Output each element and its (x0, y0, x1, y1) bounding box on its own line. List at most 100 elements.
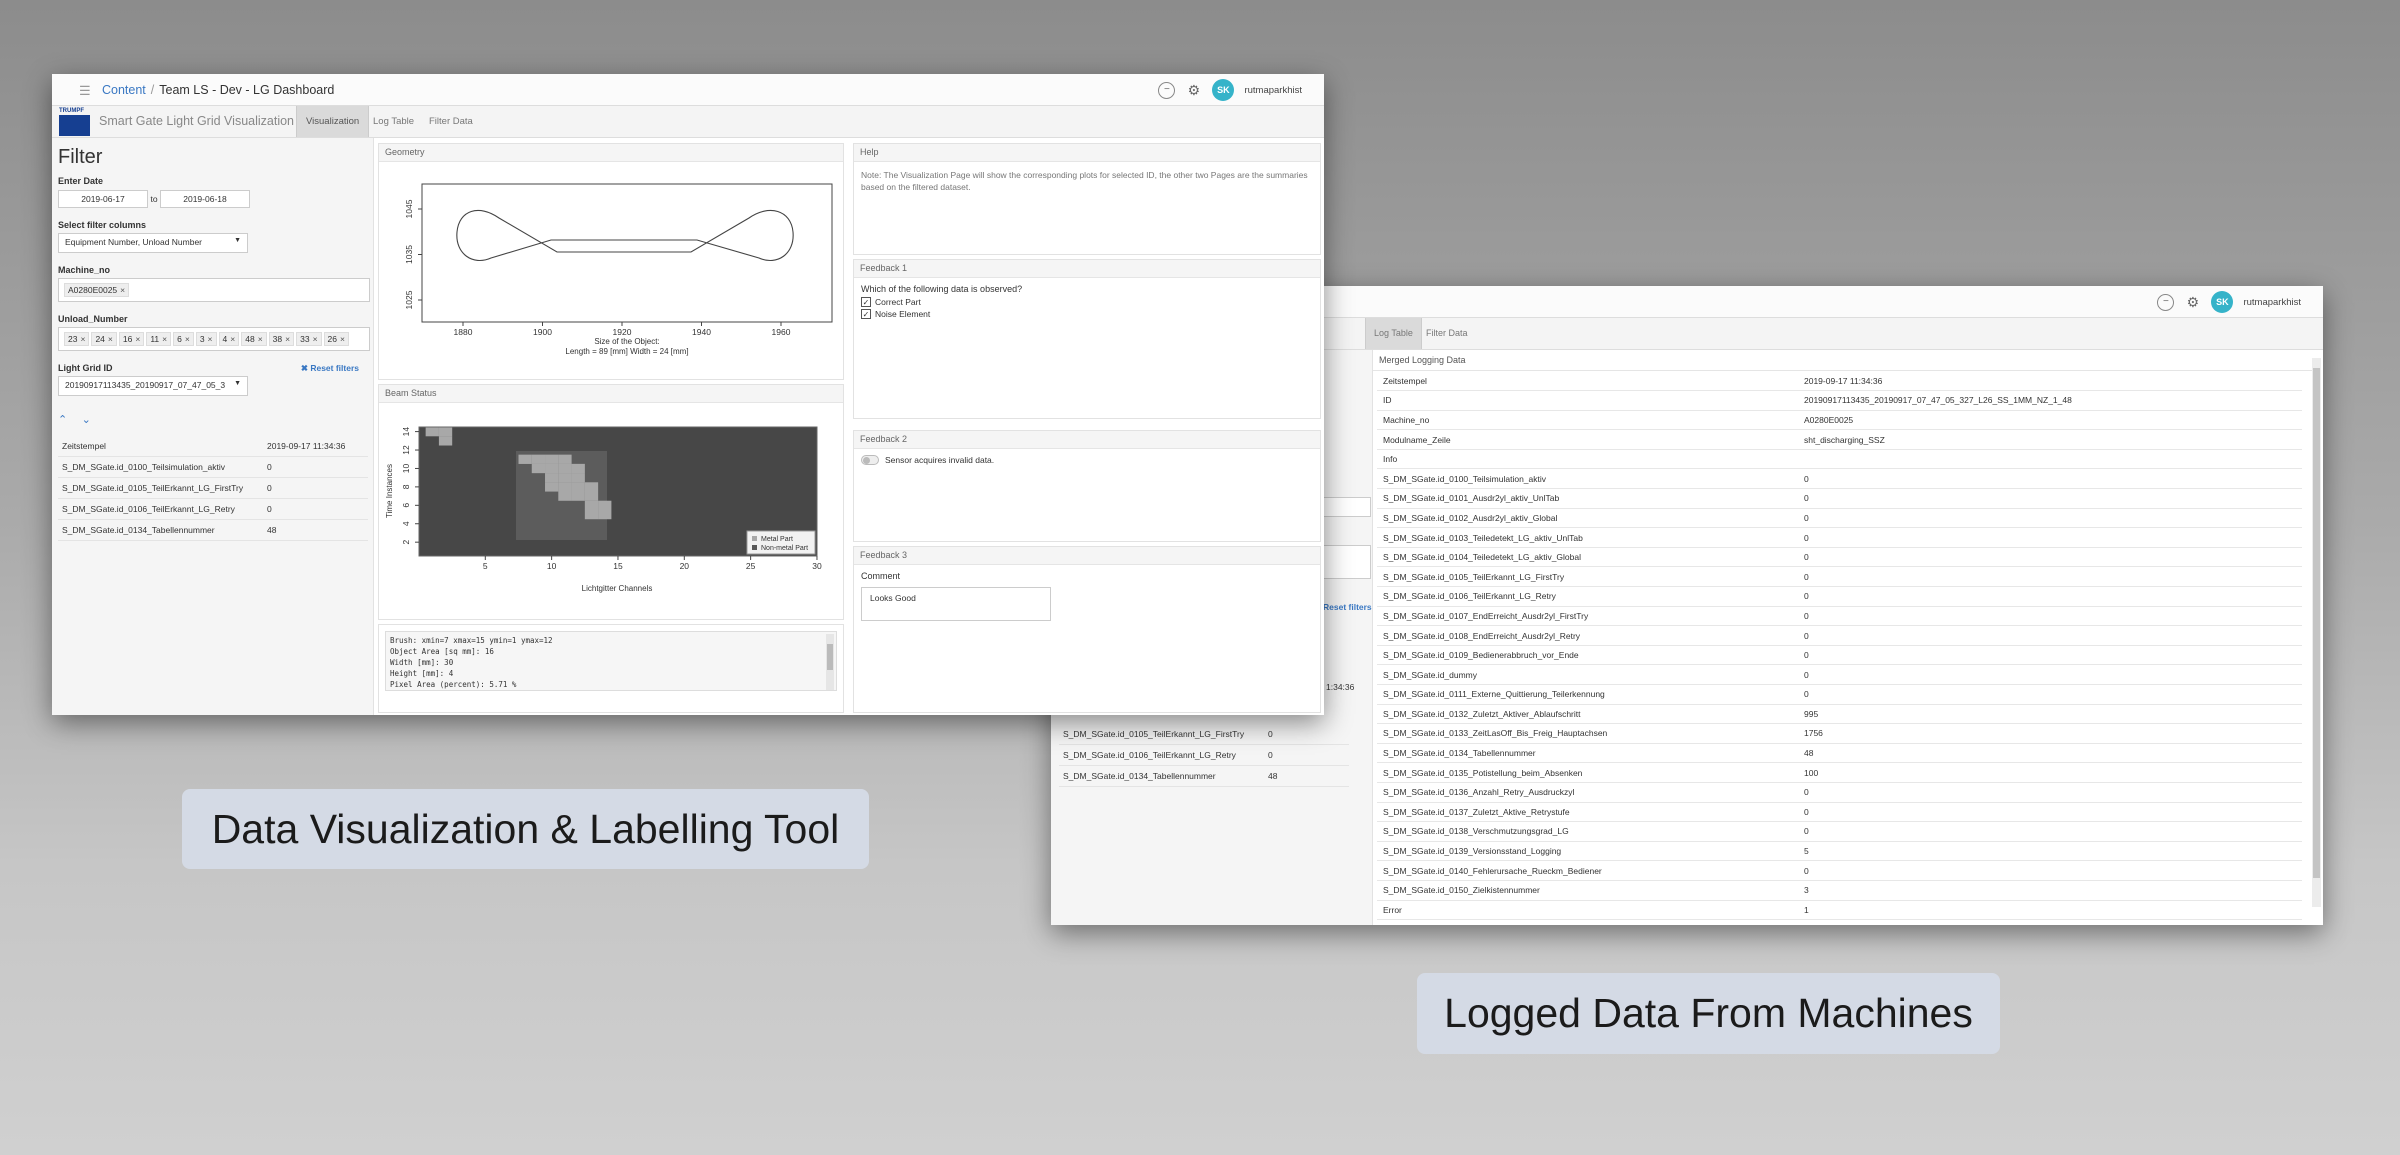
tag-label: 38 (272, 334, 283, 344)
table-scrollbar[interactable] (2312, 358, 2321, 907)
brush-info-console[interactable]: Brush: xmin=7 xmax=15 ymin=1 ymax=12 Obj… (385, 631, 837, 691)
tag-remove-icon[interactable]: × (108, 334, 113, 344)
tag[interactable]: 23 × (64, 332, 90, 346)
beam-cell (584, 500, 599, 511)
row-key: S_DM_SGate.id_0107_EndErreicht_Ausdr2yl_… (1377, 606, 1798, 627)
tag-remove-icon[interactable]: × (162, 334, 167, 344)
feedback2-panel: Feedback 2 Sensor acquires invalid data. (853, 430, 1321, 542)
table-row: S_DM_SGate.id_0139_Versionsstand_Logging… (1377, 841, 2302, 862)
tab-filter-data[interactable]: Filter Data (420, 106, 482, 137)
beam-status-chart[interactable]: Metal Part Non-metal Part 5 10 15 20 25 30 2 4 6 8… (379, 403, 843, 618)
row-key: S_DM_SGate.id_0138_Verschmutzungsgrad_LG (1377, 821, 1798, 842)
table-row: S_DM_SGate.id_0104_Teiledetekt_LG_aktiv_… (1377, 547, 2302, 568)
tag[interactable]: 3 × (195, 332, 217, 346)
beam-cell (584, 491, 599, 501)
geometry-plot-area (421, 183, 833, 323)
x-tick-label: 15 (613, 561, 623, 571)
date-to-input[interactable]: 2019-06-18 (160, 190, 250, 208)
tag-remove-icon[interactable]: × (230, 334, 235, 344)
tag[interactable]: 33 × (296, 332, 322, 346)
option-correct-part[interactable]: ✓ Correct Part (854, 296, 1320, 308)
tag-remove-icon[interactable]: × (80, 334, 85, 344)
tag-remove-icon[interactable]: × (185, 334, 190, 344)
row-value: 0 (1798, 547, 2302, 568)
unload-label: Unload_Number (58, 314, 128, 324)
invalid-data-toggle[interactable]: Sensor acquires invalid data. (854, 449, 1320, 466)
tag[interactable]: 11 × (146, 332, 172, 346)
minus-circle-icon[interactable]: − (1158, 81, 1176, 99)
y-tick-label: 1025 (404, 290, 414, 309)
beam-cell (558, 491, 572, 501)
tab-visualization[interactable]: Visualization (296, 106, 370, 137)
chevron-down-icon[interactable]: ⌄ (82, 414, 91, 426)
grid-select[interactable]: 20190917113435_20190917_07_47_05_3 ▼ (58, 376, 248, 396)
breadcrumb-root[interactable]: Content (102, 83, 146, 97)
gear-icon[interactable]: ⚙ (2184, 294, 2201, 311)
machine-tag-input[interactable]: A0280E0025 × (58, 278, 370, 302)
tag[interactable]: 24 × (91, 332, 117, 346)
tag-remove-icon[interactable]: × (120, 285, 125, 295)
avatar[interactable]: SK (1212, 79, 1235, 101)
unload-tag-input[interactable]: 23 × 24 × 16 × 11 × 6 × 3 × 4 × 48 × 38 × 33 × 26 × (58, 327, 370, 351)
date-from-input[interactable]: 2019-06-17 (58, 190, 148, 208)
minus-circle-icon[interactable]: − (2157, 293, 2175, 311)
row-value: 0 (1798, 527, 2302, 548)
user-name: rutmaparkhist (2243, 296, 2301, 308)
gear-icon[interactable]: ⚙ (1185, 82, 1202, 99)
comment-textarea[interactable]: Looks Good (861, 587, 1051, 621)
row-value: 2019-09-17 11:34:36 (263, 436, 368, 457)
beam-cell (598, 500, 612, 511)
reset-filters-button[interactable]: ✖ Reset filters (301, 363, 359, 374)
row-value: 0 (1798, 625, 2302, 646)
row-key: S_DM_SGate.id_0105_TeilErkannt_LG_FirstT… (58, 477, 263, 499)
tag-remove-icon[interactable]: × (313, 334, 318, 344)
reset-filters-link[interactable]: Reset filters (1323, 602, 1372, 612)
table-row: S_DM_SGate.id_0134_Tabellennummer 48 (1377, 743, 2302, 764)
tab-filter-data[interactable]: Filter Data (1418, 318, 1476, 349)
row-key: S_DM_SGate.id_0108_EndErreicht_Ausdr2yl_… (1377, 625, 1798, 646)
geometry-outline (456, 209, 794, 261)
row-value: 5 (1798, 841, 2302, 862)
comment-label: Comment (861, 571, 901, 581)
tag-remove-icon[interactable]: × (135, 334, 140, 344)
toggle-switch[interactable] (861, 455, 879, 465)
row-value: 0 (1798, 782, 2302, 803)
option-noise-element[interactable]: ✓ Noise Element (854, 308, 1320, 320)
checkbox-checked-icon[interactable]: ✓ (861, 297, 871, 307)
x-tick-label: 1900 (533, 327, 552, 337)
checkbox-checked-icon[interactable]: ✓ (861, 309, 871, 319)
tag[interactable]: 38 × (268, 332, 295, 346)
tag-remove-icon[interactable]: × (208, 334, 213, 344)
columns-select[interactable]: Equipment Number, Unload Number ▼ (58, 233, 248, 253)
help-title: Help (854, 144, 1320, 162)
row-key: S_DM_SGate.id_0102_Ausdr2yl_aktiv_Global (1377, 508, 1798, 529)
tag[interactable]: 6 × (173, 332, 194, 346)
tag[interactable]: A0280E0025 × (64, 283, 130, 297)
breadcrumb-current: Team LS - Dev - LG Dashboard (159, 83, 335, 97)
row-key: Zeitstempel (58, 436, 263, 457)
tab-log-table[interactable]: Log Table (364, 106, 423, 137)
avatar[interactable]: SK (2211, 291, 2234, 313)
chevron-up-icon[interactable]: ⌃ (58, 414, 67, 426)
x-tick-label: 1920 (613, 327, 632, 337)
row-key: S_DM_SGate.id_0101_Ausdr2yl_aktiv_UnlTab (1377, 488, 1798, 509)
menu-icon[interactable]: ☰ (79, 83, 91, 99)
y-tick-label: 12 (401, 445, 411, 455)
tag[interactable]: 16 × (118, 332, 145, 346)
tag-remove-icon[interactable]: × (258, 334, 263, 344)
row-key: S_DM_SGate.id_0132_Zuletzt_Aktiver_Ablau… (1377, 704, 1798, 725)
row-key: S_DM_SGate.id_0134_Tabellennummer (1377, 743, 1798, 764)
tag[interactable]: 4 × (218, 332, 240, 346)
geometry-chart[interactable]: 1880 1900 1920 1940 1960 1025 1035 1045 Size of… (379, 162, 843, 378)
row-value: sht_discharging_SSZ (1798, 429, 2302, 450)
beam-title: Beam Status (379, 385, 843, 403)
filter-sidebar: Filter Enter Date 2019-06-17 to 2019-06-18… (52, 138, 374, 715)
tag-remove-icon[interactable]: × (340, 334, 345, 344)
tag[interactable]: 48 × (241, 332, 267, 346)
tab-log-table[interactable]: Log Table (1365, 318, 1422, 349)
console-scrollbar[interactable] (826, 634, 834, 690)
feedback1-panel: Feedback 1 Which of the following data i… (853, 259, 1321, 419)
tag-remove-icon[interactable]: × (285, 334, 290, 344)
tag[interactable]: 26 × (323, 332, 349, 346)
beam-cell (598, 509, 612, 520)
